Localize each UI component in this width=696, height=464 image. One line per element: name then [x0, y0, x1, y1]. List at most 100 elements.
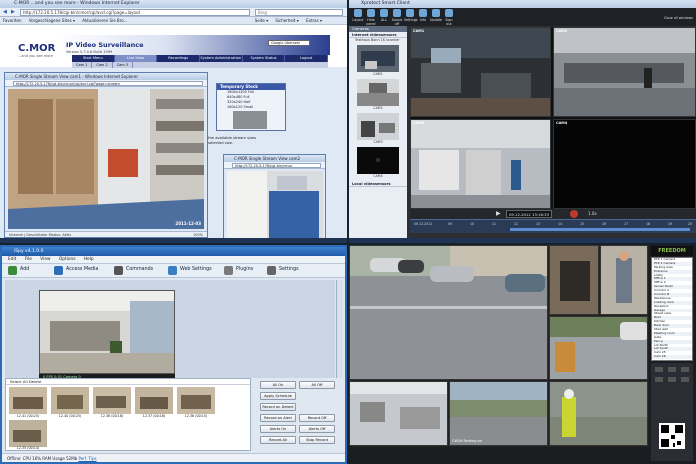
camera-thumb[interactable]: [357, 147, 399, 174]
hide-panel-button[interactable]: Hide panel: [365, 8, 377, 26]
timeline[interactable]: 09.12.2012 09 10 11 12 13 14 15 16 17 18…: [410, 219, 696, 233]
alerts-on-button[interactable]: Alerts On: [260, 425, 296, 433]
stream-url[interactable]: http://172.20.5.178/cgi-bin/cmor: [232, 163, 321, 168]
plugins-button[interactable]: Plugins: [236, 267, 253, 272]
camera-thumb[interactable]: [357, 113, 399, 140]
forward-icon[interactable]: ▶: [11, 9, 15, 15]
cmor-nav: Start Menu Live-View Recordings System A…: [72, 55, 329, 62]
tab-cam2[interactable]: Cam 2: [92, 62, 113, 68]
camera-label: CAM1: [413, 29, 425, 33]
play-icon[interactable]: ▶: [496, 210, 501, 217]
tab-cam1[interactable]: Cam 1: [72, 62, 93, 68]
url-input[interactable]: http://172.20.5.178/cgi-bin/cmor/cgi/avc…: [20, 9, 250, 16]
camera-view[interactable]: [549, 381, 648, 446]
update-button[interactable]: Update: [430, 8, 442, 26]
recording-thumb[interactable]: [177, 387, 215, 414]
camera-view[interactable]: CAM3: [410, 119, 551, 209]
nav-live-view[interactable]: Live-View: [114, 55, 158, 62]
ptz-button[interactable]: [655, 367, 663, 372]
recording-thumb[interactable]: [93, 387, 131, 414]
stop-record-button[interactable]: Stop Record: [299, 436, 335, 444]
close-all-button[interactable]: Close all windows: [664, 16, 693, 20]
perf-tips-link[interactable]: Perf. Tips: [78, 456, 96, 461]
stream-window-2: C-MOR Single Stream View cam2 http://172…: [223, 154, 326, 240]
camera-view[interactable]: [549, 245, 599, 315]
access-media-button[interactable]: Access Media: [66, 267, 98, 272]
security-menu[interactable]: Sicherheit ▾: [275, 18, 298, 23]
back-icon[interactable]: ◀: [3, 9, 7, 15]
thumb-label: 12.35 (00:14): [16, 446, 40, 450]
cam-tabs: Cam 1 Cam 2 Cam 3: [72, 62, 328, 68]
all-off-button[interactable]: All Off: [299, 381, 335, 389]
ptz-button[interactable]: [668, 367, 676, 372]
camera-view[interactable]: CW16 Parking lot: [449, 381, 548, 446]
camera-view[interactable]: [349, 381, 448, 446]
all-on-button[interactable]: All On: [260, 381, 296, 389]
settings-button[interactable]: Settings: [404, 8, 418, 26]
nav-recordings[interactable]: Recordings: [157, 55, 201, 62]
camera-section[interactable]: Local videosensors: [349, 181, 407, 187]
menu-edit[interactable]: Edit: [8, 257, 16, 262]
ptz-button[interactable]: [681, 367, 689, 372]
alerts-off-button[interactable]: Alerts Off: [299, 425, 335, 433]
menu-options[interactable]: Options: [59, 257, 76, 262]
recording-thumb[interactable]: [51, 387, 89, 414]
favorites-item[interactable]: Favoriten: [3, 18, 22, 23]
info-button[interactable]: Info: [417, 8, 429, 26]
recording-thumb[interactable]: [135, 387, 173, 414]
settings-button[interactable]: Settings: [279, 267, 299, 272]
ispy-window: iSpy v4.1.0.0 Edit File View Options Hel…: [0, 245, 347, 464]
menu-view[interactable]: View: [40, 257, 50, 262]
ispy-camera-view[interactable]: [39, 290, 175, 374]
apply-schedule-button[interactable]: Apply Schedule: [260, 392, 296, 400]
camera-view[interactable]: [600, 245, 648, 315]
record-on-alert-button[interactable]: Record on Alert: [260, 414, 296, 422]
timeline-tick: 13: [536, 222, 541, 226]
menu-help[interactable]: Help: [84, 257, 94, 262]
signout-button[interactable]: Sign out: [443, 8, 455, 26]
nav-admin[interactable]: System Administration: [200, 55, 243, 62]
record-all-button[interactable]: Record All: [260, 436, 296, 444]
parking-camera[interactable]: [349, 245, 548, 380]
stream-size-option[interactable]: 160x120 Small: [217, 105, 285, 110]
nav-logout[interactable]: Logout: [285, 55, 329, 62]
menu-file[interactable]: File: [25, 257, 32, 262]
favorites-item[interactable]: Aktualisieren Sie Bro...: [82, 18, 127, 23]
web-settings-button[interactable]: Web Settings: [180, 267, 212, 272]
camera-view[interactable]: [549, 316, 648, 380]
search-input[interactable]: Bing: [255, 9, 343, 16]
page-menu[interactable]: Seite ▾: [255, 18, 268, 23]
all-button[interactable]: ALL: [378, 8, 390, 26]
camera-view[interactable]: CAM1: [410, 27, 551, 117]
timeline-tick: 11: [492, 222, 497, 226]
camera-view[interactable]: CAM2: [553, 27, 696, 117]
recording-thumb[interactable]: [9, 387, 47, 414]
recording-thumb[interactable]: [9, 420, 47, 447]
sound-button[interactable]: Sound off: [391, 8, 403, 26]
record-off-button[interactable]: Record Off: [299, 414, 335, 422]
wall-bottom-bar: [349, 447, 649, 464]
tools-menu[interactable]: Extras ▾: [306, 18, 322, 23]
workspace-scrollbar[interactable]: [336, 280, 343, 378]
ptz-button[interactable]: [668, 377, 676, 382]
list-header[interactable]: Select All Delete: [6, 379, 250, 385]
add-button[interactable]: Add: [20, 267, 29, 272]
record-on-detect-button[interactable]: Record on Detect: [260, 403, 296, 411]
commands-button[interactable]: Commands: [126, 267, 153, 272]
speed-select[interactable]: 1.0x: [588, 211, 597, 216]
stream-url[interactable]: http://172.20.5.178/cgi-bin/cmor/cgi/avc…: [13, 81, 203, 86]
layout-button[interactable]: Layout: [352, 8, 364, 26]
ptz-button[interactable]: [681, 377, 689, 382]
nav-start[interactable]: Start Menu: [72, 55, 115, 62]
camera-thumb[interactable]: [357, 79, 399, 106]
tree-item[interactable]: Testhaus Bonn 1K scanner: [349, 38, 407, 43]
camera-thumb[interactable]: [357, 45, 399, 72]
language-select[interactable]: Google Übersetz: [268, 40, 310, 46]
camera-list-item[interactable]: Cam 26: [652, 355, 692, 360]
nav-status[interactable]: System Status: [243, 55, 286, 62]
ptz-button[interactable]: [655, 377, 663, 382]
record-icon[interactable]: [570, 210, 578, 218]
favorites-item[interactable]: Vorgeschlagene Sites ▾: [29, 18, 75, 23]
tab-cam3[interactable]: Cam 3: [113, 62, 134, 68]
camera-view[interactable]: CAM4: [553, 119, 696, 209]
